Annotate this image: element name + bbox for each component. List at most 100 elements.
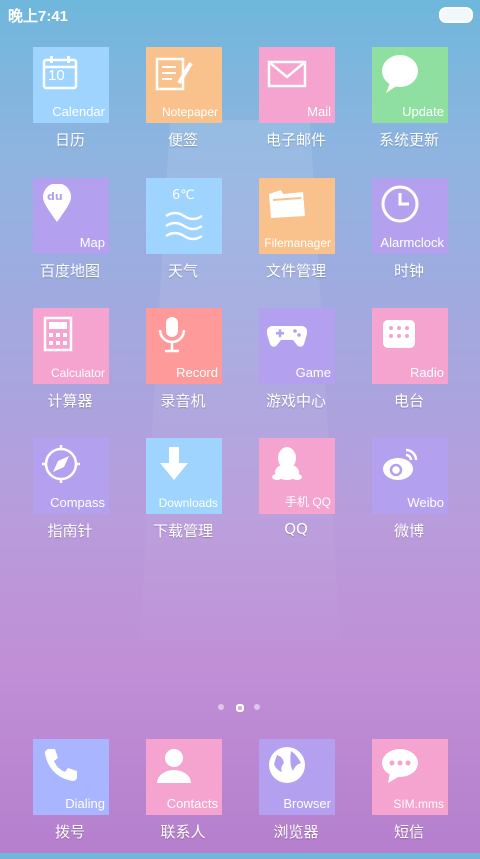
dock-sms[interactable]: SIM.mms 短信 xyxy=(354,739,464,859)
app-label[interactable]: 天气 xyxy=(128,260,238,281)
app-english-label: Contacts xyxy=(166,796,218,811)
app-qq[interactable]: 手机 QQ QQ xyxy=(241,438,351,558)
app-english-label: Record xyxy=(176,365,218,380)
page-dot xyxy=(254,704,260,710)
app-label[interactable]: QQ xyxy=(241,520,351,538)
app-calculator[interactable]: Calculator 计算器 xyxy=(15,308,125,428)
clock-time: 晚上7:41 xyxy=(8,8,69,25)
app-tile[interactable]: Mail xyxy=(259,47,335,123)
app-tile[interactable]: Notepaper xyxy=(146,47,222,123)
globe-icon xyxy=(267,745,307,785)
app-weibo[interactable]: Weibo 微博 xyxy=(354,438,464,558)
app-english-label: Alarmclock xyxy=(380,235,444,250)
app-record[interactable]: Record 录音机 xyxy=(128,308,238,428)
app-mail[interactable]: Mail 电子邮件 xyxy=(241,47,351,167)
app-game[interactable]: Game 游戏中心 xyxy=(241,308,351,428)
app-tile[interactable]: Record xyxy=(146,308,222,384)
status-bar: 晚上7:41 xyxy=(0,0,480,28)
app-label[interactable]: 下载管理 xyxy=(128,520,238,541)
app-english-label: Update xyxy=(402,104,444,119)
app-alarmclock[interactable]: Alarmclock 时钟 xyxy=(354,178,464,298)
clock-icon xyxy=(380,184,420,224)
app-label[interactable]: 百度地图 xyxy=(15,260,125,281)
app-tile[interactable]: Compass xyxy=(33,438,109,514)
app-notepaper[interactable]: Notepaper 便签 xyxy=(128,47,238,167)
app-label[interactable]: 电台 xyxy=(354,390,464,411)
gamepad-icon xyxy=(267,314,307,354)
app-label[interactable]: 计算器 xyxy=(15,390,125,411)
app-english-label: Downloads xyxy=(158,496,218,510)
app-map[interactable]: du Map 百度地图 xyxy=(15,178,125,298)
app-label[interactable]: 便签 xyxy=(128,129,238,150)
app-tile[interactable]: SIM.mms xyxy=(372,739,448,815)
app-label[interactable]: 微博 xyxy=(354,520,464,541)
app-tile[interactable]: Radio xyxy=(372,308,448,384)
app-weather[interactable]: 6℃ 天气 xyxy=(128,178,238,298)
app-tile[interactable]: Dialing xyxy=(33,739,109,815)
notepad-icon xyxy=(154,53,194,93)
app-tile[interactable]: Game xyxy=(259,308,335,384)
app-label[interactable]: 系统更新 xyxy=(354,129,464,150)
app-label[interactable]: 游戏中心 xyxy=(241,390,351,411)
app-tile[interactable]: Weibo xyxy=(372,438,448,514)
microphone-icon xyxy=(154,314,194,354)
app-english-label: Mail xyxy=(307,104,331,119)
dock-browser[interactable]: Browser 浏览器 xyxy=(241,739,351,859)
app-downloads[interactable]: Downloads 下载管理 xyxy=(128,438,238,558)
app-english-label: Dialing xyxy=(65,796,105,811)
mail-icon xyxy=(267,53,307,93)
app-tile[interactable]: Update xyxy=(372,47,448,123)
message-bubble-icon xyxy=(380,745,420,785)
app-tile[interactable]: Downloads xyxy=(146,438,222,514)
page-dot xyxy=(218,704,224,710)
app-english-label: Game xyxy=(295,365,331,380)
phone-icon xyxy=(41,745,81,785)
app-english-label: Weibo xyxy=(407,495,444,510)
app-english-label: Radio xyxy=(410,365,444,380)
app-label[interactable]: 日历 xyxy=(15,129,125,150)
app-filemanager[interactable]: Filemanager 文件管理 xyxy=(241,178,351,298)
speech-bubble-icon xyxy=(380,53,420,93)
contact-person-icon xyxy=(154,745,194,785)
app-english-label: Filemanager xyxy=(264,236,331,250)
calculator-icon xyxy=(41,314,81,354)
app-english-label: Compass xyxy=(50,495,105,510)
app-calendar[interactable]: 10 Calendar 日历 xyxy=(15,47,125,167)
app-label[interactable]: 短信 xyxy=(354,821,464,842)
app-english-label: 手机 QQ xyxy=(284,495,331,509)
app-label[interactable]: 电子邮件 xyxy=(241,129,351,150)
app-tile[interactable]: 10 Calendar xyxy=(33,47,109,123)
app-label[interactable]: 拨号 xyxy=(15,821,125,842)
dock-contacts[interactable]: Contacts 联系人 xyxy=(128,739,238,859)
app-label[interactable]: 文件管理 xyxy=(241,260,351,281)
qq-penguin-icon xyxy=(267,444,307,484)
app-tile[interactable]: Contacts xyxy=(146,739,222,815)
page-indicator xyxy=(216,702,266,712)
download-arrow-icon xyxy=(154,444,194,484)
app-tile[interactable]: 6℃ xyxy=(146,178,222,254)
app-label[interactable]: 指南针 xyxy=(15,520,125,541)
app-english-label: Map xyxy=(79,235,105,250)
app-label[interactable]: 时钟 xyxy=(354,260,464,281)
app-compass[interactable]: Compass 指南针 xyxy=(15,438,125,558)
app-label[interactable]: 录音机 xyxy=(128,390,238,411)
weather-temperature: 6℃ xyxy=(172,188,195,203)
app-tile[interactable]: Filemanager xyxy=(259,178,335,254)
app-tile[interactable]: Calculator xyxy=(33,308,109,384)
app-label[interactable]: 联系人 xyxy=(128,821,238,842)
compass-icon xyxy=(41,444,81,484)
app-english-label: Calendar xyxy=(52,104,105,119)
app-tile[interactable]: 手机 QQ xyxy=(259,438,335,514)
app-radio[interactable]: Radio 电台 xyxy=(354,308,464,428)
weather-waves-icon xyxy=(164,210,204,250)
app-tile[interactable]: Browser xyxy=(259,739,335,815)
app-tile[interactable]: du Map xyxy=(33,178,109,254)
app-label[interactable]: 浏览器 xyxy=(241,821,351,842)
app-update[interactable]: Update 系统更新 xyxy=(354,47,464,167)
page-dot-active xyxy=(236,704,244,712)
app-tile[interactable]: Alarmclock xyxy=(372,178,448,254)
app-english-label: SIM.mms xyxy=(393,797,444,811)
dock-dialing[interactable]: Dialing 拨号 xyxy=(15,739,125,859)
radio-icon xyxy=(380,314,420,354)
map-badge: du xyxy=(47,190,63,203)
